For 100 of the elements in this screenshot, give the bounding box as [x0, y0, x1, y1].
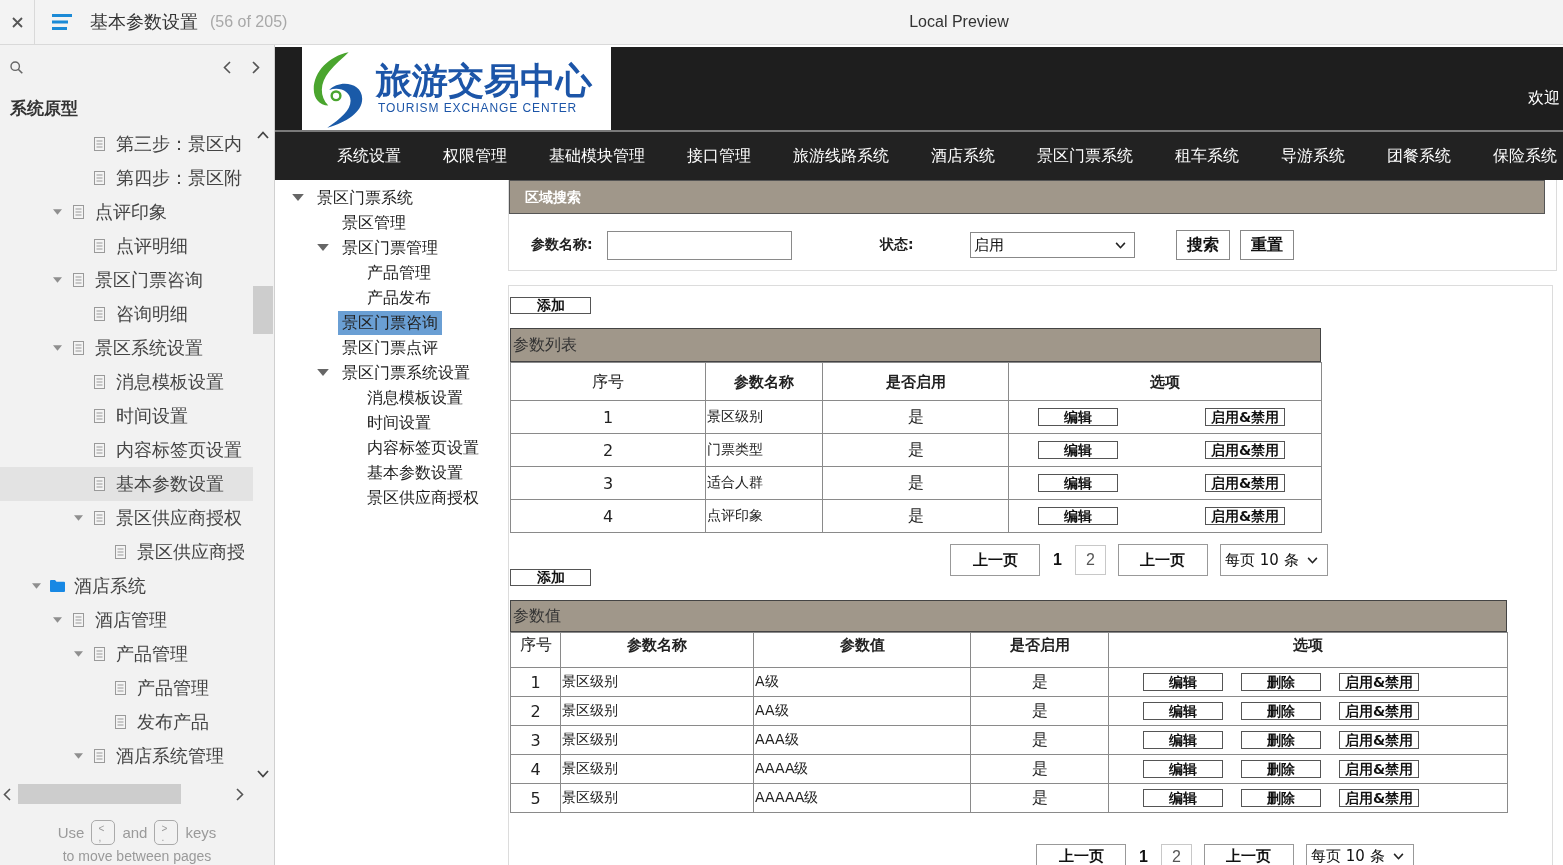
status-select[interactable]: 启用 [970, 232, 1135, 258]
tree-item[interactable]: 酒店系统管理 [0, 739, 253, 773]
row-action-button[interactable]: 启用&禁用 [1205, 408, 1285, 426]
chevron-down-icon[interactable] [257, 770, 269, 778]
page-size-select[interactable]: 每页 10 条 [1219, 544, 1328, 576]
row-action-button[interactable]: 启用&禁用 [1205, 507, 1285, 525]
row-action-button[interactable]: 启用&禁用 [1339, 789, 1419, 807]
tree-link[interactable]: 景区供应商授权 [363, 485, 483, 510]
caret-down-icon[interactable] [317, 244, 329, 251]
tree-link[interactable]: 景区门票点评 [338, 335, 442, 360]
tree-item[interactable]: 景区系统设置 [0, 331, 253, 365]
caret-down-icon[interactable] [52, 345, 62, 351]
row-action-button[interactable]: 编辑 [1143, 673, 1223, 691]
chevron-down-icon[interactable] [1115, 241, 1126, 249]
tree-link[interactable]: 景区管理 [338, 210, 410, 235]
row-action-button[interactable]: 删除 [1241, 673, 1321, 691]
chevron-down-icon[interactable] [1306, 556, 1318, 564]
tree-item[interactable]: 景区供应商授 [0, 535, 253, 569]
page-size-select[interactable]: 每页 10 条 [1305, 844, 1414, 865]
tree-link[interactable]: 时间设置 [363, 410, 435, 435]
tree-item[interactable]: 产品管理 [0, 637, 253, 671]
nav-link[interactable]: 系统设置 [337, 145, 401, 167]
chevron-left-icon[interactable] [223, 61, 231, 74]
caret-down-icon[interactable] [52, 277, 62, 283]
pager-button[interactable]: 上一页 [950, 544, 1040, 576]
tree-item[interactable]: 酒店管理 [0, 603, 253, 637]
row-action-button[interactable]: 删除 [1241, 702, 1321, 720]
pager-button[interactable]: 上一页 [1203, 844, 1294, 865]
caret-down-icon[interactable] [73, 753, 83, 759]
row-action-button[interactable]: 启用&禁用 [1339, 731, 1419, 749]
row-action-button[interactable]: 编辑 [1143, 702, 1223, 720]
caret-down-icon[interactable] [31, 583, 41, 589]
caret-down-icon[interactable] [292, 194, 304, 201]
chevron-left-icon[interactable] [3, 787, 11, 801]
row-action-button[interactable]: 启用&禁用 [1205, 441, 1285, 459]
tree-link[interactable]: 景区门票系统设置 [338, 360, 474, 385]
caret-down-icon[interactable] [52, 209, 62, 215]
chevron-down-icon[interactable] [1392, 853, 1404, 860]
chevron-right-icon[interactable] [252, 61, 260, 74]
page-link[interactable]: 2 [1074, 545, 1106, 575]
nav-link[interactable]: 基础模块管理 [549, 145, 645, 167]
row-action-button[interactable]: 编辑 [1038, 408, 1118, 426]
tree-item[interactable]: 内容标签页设置 [0, 433, 253, 467]
tree-item[interactable]: 发布产品 [0, 705, 253, 739]
scrollbar-thumb[interactable] [253, 286, 273, 334]
search-icon[interactable] [10, 61, 23, 74]
tree-item[interactable]: 消息模板设置 [0, 365, 253, 399]
tree-item[interactable]: 点评明细 [0, 229, 253, 263]
row-action-button[interactable]: 启用&禁用 [1205, 474, 1285, 492]
nav-link[interactable]: 权限管理 [443, 145, 507, 167]
row-action-button[interactable]: 编辑 [1143, 789, 1223, 807]
add-button[interactable]: 添加 [510, 297, 591, 314]
page-link[interactable]: 2 [1160, 844, 1192, 865]
row-action-button[interactable]: 删除 [1241, 760, 1321, 778]
tree-link[interactable]: 内容标签页设置 [363, 435, 483, 460]
tree-link[interactable]: 基本参数设置 [363, 460, 467, 485]
tree-link[interactable]: 产品发布 [363, 285, 435, 310]
tree-item[interactable]: 产品管理 [0, 671, 253, 705]
caret-down-icon[interactable] [73, 515, 83, 521]
scrollbar-thumb[interactable] [18, 784, 181, 804]
chevron-right-icon[interactable] [236, 787, 244, 801]
nav-link[interactable]: 接口管理 [687, 145, 751, 167]
page-link[interactable]: 1 [1138, 844, 1149, 865]
nav-link[interactable]: 保险系统 [1493, 145, 1557, 167]
nav-link[interactable]: 租车系统 [1175, 145, 1239, 167]
tree-item[interactable]: 第四步：景区附 [0, 161, 253, 195]
tree-link[interactable]: 景区门票系统 [313, 185, 417, 210]
tree-item[interactable]: 景区门票咨询 [0, 263, 253, 297]
nav-link[interactable]: 景区门票系统 [1037, 145, 1133, 167]
tree-link[interactable]: 消息模板设置 [363, 385, 467, 410]
nav-link[interactable]: 导游系统 [1281, 145, 1345, 167]
tree-item[interactable]: 基本参数设置 [0, 467, 253, 501]
caret-down-icon[interactable] [73, 651, 83, 657]
row-action-button[interactable]: 编辑 [1038, 507, 1118, 525]
tree-item[interactable]: 第三步：景区内 [0, 127, 253, 161]
row-action-button[interactable]: 删除 [1241, 789, 1321, 807]
tree-item[interactable]: 咨询明细 [0, 297, 253, 331]
add-button[interactable]: 添加 [510, 569, 591, 586]
row-action-button[interactable]: 启用&禁用 [1339, 702, 1419, 720]
row-action-button[interactable]: 编辑 [1038, 474, 1118, 492]
nav-link[interactable]: 团餐系统 [1387, 145, 1451, 167]
pager-button[interactable]: 上一页 [1117, 544, 1208, 576]
row-action-button[interactable]: 启用&禁用 [1339, 673, 1419, 691]
input-field[interactable] [607, 230, 792, 260]
tree-item[interactable]: 酒店系统 [0, 569, 253, 603]
chevron-up-icon[interactable] [257, 131, 269, 139]
row-action-button[interactable]: 启用&禁用 [1339, 760, 1419, 778]
search-form-button[interactable]: 搜索 [1176, 230, 1230, 260]
page-link[interactable]: 1 [1052, 545, 1063, 575]
menu-icon[interactable] [52, 14, 72, 30]
tree-link[interactable]: 产品管理 [363, 260, 435, 285]
row-action-button[interactable]: 编辑 [1038, 441, 1118, 459]
search-form-button[interactable]: 重置 [1240, 230, 1294, 260]
caret-down-icon[interactable] [52, 617, 62, 623]
pager-button[interactable]: 上一页 [1036, 844, 1126, 865]
nav-link[interactable]: 旅游线路系统 [793, 145, 889, 167]
row-action-button[interactable]: 编辑 [1143, 760, 1223, 778]
row-action-button[interactable]: 删除 [1241, 731, 1321, 749]
nav-link[interactable]: 酒店系统 [931, 145, 995, 167]
tree-link[interactable]: 景区门票咨询 [338, 310, 442, 335]
